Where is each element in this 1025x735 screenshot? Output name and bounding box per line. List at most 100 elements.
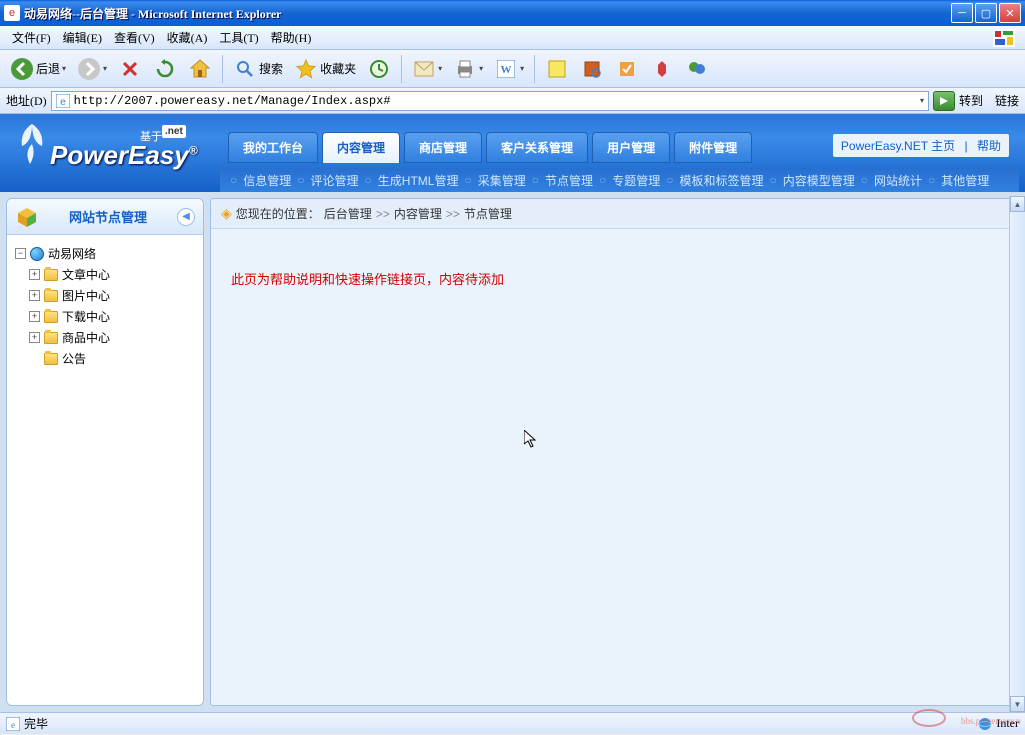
toolbar: 后退 ▾ ▾ 搜索 收藏夹 ▾ ▾ W▾: [0, 50, 1025, 88]
collapse-toggle-icon[interactable]: −: [15, 248, 26, 259]
breadcrumb-prefix: 您现在的位置：: [236, 205, 320, 222]
tree-label: 商品中心: [62, 329, 110, 346]
tool-button-1[interactable]: [611, 55, 643, 83]
logo-brand: PowerEasy®: [50, 140, 198, 171]
folder-icon: [44, 269, 58, 281]
home-button[interactable]: [184, 55, 216, 83]
menu-view[interactable]: 查看(V): [108, 26, 161, 49]
forward-button[interactable]: ▾: [73, 55, 111, 83]
scroll-up-icon[interactable]: ▲: [1010, 196, 1025, 212]
folder-icon: [44, 311, 58, 323]
tree-label: 图片中心: [62, 287, 110, 304]
history-button[interactable]: [363, 55, 395, 83]
tree-label: 下载中心: [62, 308, 110, 325]
maximize-button[interactable]: ▢: [975, 3, 997, 23]
discuss-button[interactable]: [541, 55, 573, 83]
tree-root-label: 动易网络: [48, 245, 96, 262]
subnav-topic[interactable]: 专题管理: [612, 172, 660, 189]
go-button[interactable]: [933, 91, 955, 111]
subnav-other[interactable]: 其他管理: [941, 172, 989, 189]
subnav-node[interactable]: 节点管理: [545, 172, 593, 189]
menu-help[interactable]: 帮助(H): [265, 26, 318, 49]
breadcrumb-item[interactable]: 内容管理: [394, 205, 442, 222]
app-body: 网站节点管理 ◀ − 动易网络 +文章中心 + 图片中心 + 下载中心 + 商品中心 …: [0, 192, 1025, 712]
tree-item-notice[interactable]: 公告: [11, 348, 199, 369]
back-button[interactable]: 后退 ▾: [6, 55, 70, 83]
folder-icon: [44, 290, 58, 302]
back-icon: [10, 57, 34, 81]
menu-bar: 文件(F) 编辑(E) 查看(V) 收藏(A) 工具(T) 帮助(H): [0, 26, 1025, 50]
content-area: ◈ 您现在的位置： 后台管理 >> 内容管理 >> 节点管理 此页为帮助说明和快…: [210, 192, 1025, 712]
address-dropdown-icon[interactable]: ▾: [920, 96, 924, 106]
messenger-icon: [685, 57, 709, 81]
mail-icon: [412, 57, 436, 81]
research-button[interactable]: [576, 55, 608, 83]
tab-workbench[interactable]: 我的工作台: [228, 132, 318, 163]
tab-content[interactable]: 内容管理: [322, 132, 400, 163]
menu-edit[interactable]: 编辑(E): [57, 26, 108, 49]
tree-root[interactable]: − 动易网络: [11, 243, 199, 264]
address-input[interactable]: e http://2007.powereasy.net/Manage/Index…: [51, 91, 929, 111]
tree-item-product[interactable]: + 商品中心: [11, 327, 199, 348]
back-dropdown-icon: ▾: [62, 64, 66, 73]
breadcrumb-item[interactable]: 后台管理: [324, 205, 372, 222]
breadcrumb-item[interactable]: 节点管理: [464, 205, 512, 222]
stop-button[interactable]: [114, 55, 146, 83]
tab-user[interactable]: 用户管理: [592, 132, 670, 163]
sub-nav: ○信息管理 ○评论管理 ○生成HTML管理 ○采集管理 ○节点管理 ○专题管理 …: [220, 168, 1019, 192]
search-label: 搜索: [259, 60, 283, 77]
vertical-scrollbar[interactable]: ▲ ▼: [1009, 196, 1025, 712]
refresh-button[interactable]: [149, 55, 181, 83]
go-label: 转到: [959, 92, 983, 109]
tab-shop[interactable]: 商店管理: [404, 132, 482, 163]
sidebar-header: 网站节点管理 ◀: [7, 199, 203, 235]
header-help-link[interactable]: 帮助: [977, 139, 1001, 153]
note-icon: [545, 57, 569, 81]
tab-attach[interactable]: 附件管理: [674, 132, 752, 163]
expand-toggle-icon[interactable]: +: [29, 311, 40, 322]
print-button[interactable]: ▾: [449, 55, 487, 83]
expand-toggle-icon[interactable]: +: [29, 332, 40, 343]
refresh-icon: [153, 57, 177, 81]
tree-item-article[interactable]: +文章中心: [11, 264, 199, 285]
collapse-icon[interactable]: ◀: [177, 208, 195, 226]
tree-label: 公告: [62, 350, 86, 367]
leaf-icon: [10, 122, 54, 166]
header-home-link[interactable]: PowerEasy.NET 主页: [841, 139, 955, 153]
subnav-comment[interactable]: 评论管理: [311, 172, 359, 189]
home-icon: [188, 57, 212, 81]
page-icon: e: [56, 94, 70, 108]
box-icon: [15, 205, 39, 229]
menu-file[interactable]: 文件(F): [6, 26, 57, 49]
mail-button[interactable]: ▾: [408, 55, 446, 83]
breadcrumb-sep: >>: [446, 207, 460, 221]
tree-item-download[interactable]: + 下载中心: [11, 306, 199, 327]
sidebar-tree: − 动易网络 +文章中心 + 图片中心 + 下载中心 + 商品中心 公告: [7, 235, 203, 705]
minimize-button[interactable]: ─: [951, 3, 973, 23]
subnav-model[interactable]: 内容模型管理: [783, 172, 855, 189]
tool-button-2[interactable]: [646, 55, 678, 83]
tree-item-image[interactable]: + 图片中心: [11, 285, 199, 306]
expand-toggle-icon[interactable]: +: [29, 290, 40, 301]
close-button[interactable]: ✕: [999, 3, 1021, 23]
menu-favorites[interactable]: 收藏(A): [161, 26, 214, 49]
menu-tools[interactable]: 工具(T): [213, 26, 264, 49]
history-icon: [367, 57, 391, 81]
breadcrumb-sep: >>: [376, 207, 390, 221]
messenger-button[interactable]: [681, 55, 713, 83]
subnav-html[interactable]: 生成HTML管理: [378, 172, 459, 189]
content-message: 此页为帮助说明和快速操作链接页，内容待添加: [231, 272, 504, 287]
subnav-stats[interactable]: 网站统计: [874, 172, 922, 189]
subnav-collect[interactable]: 采集管理: [478, 172, 526, 189]
search-icon: [233, 57, 257, 81]
search-button[interactable]: 搜索: [229, 55, 287, 83]
sidebar-panel: 网站节点管理 ◀ − 动易网络 +文章中心 + 图片中心 + 下载中心 + 商品中心 …: [6, 198, 204, 706]
header-sep: |: [965, 139, 968, 153]
tab-crm[interactable]: 客户关系管理: [486, 132, 588, 163]
edit-button[interactable]: W▾: [490, 55, 528, 83]
expand-toggle-icon[interactable]: +: [29, 269, 40, 280]
links-label[interactable]: 链接: [995, 92, 1019, 109]
favorites-button[interactable]: 收藏夹: [290, 55, 360, 83]
subnav-info[interactable]: 信息管理: [243, 172, 291, 189]
subnav-template[interactable]: 模板和标签管理: [680, 172, 764, 189]
